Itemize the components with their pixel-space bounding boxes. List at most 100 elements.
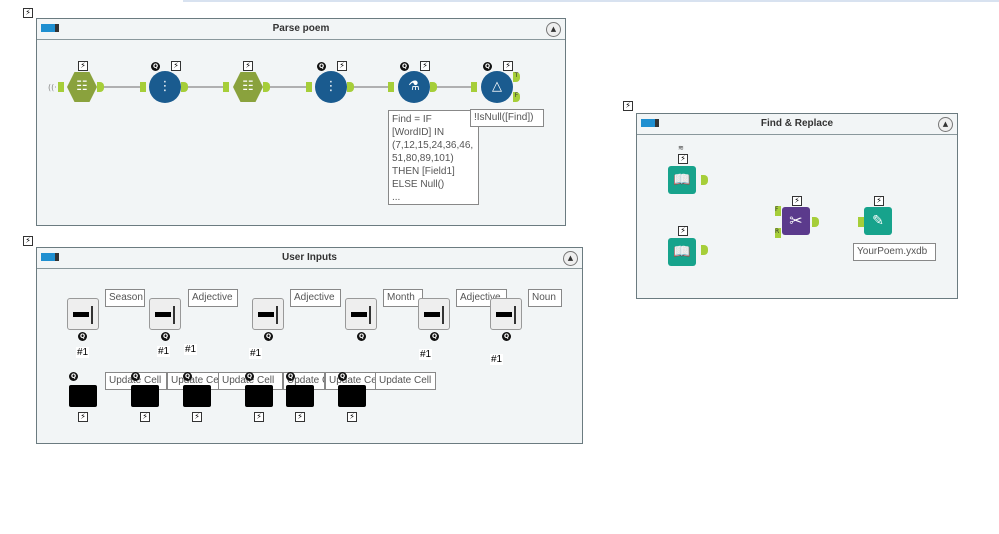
question-anchor[interactable]: Q: [183, 372, 192, 381]
action-label: Update Cell: [375, 372, 436, 390]
question-anchor[interactable]: Q: [430, 332, 439, 341]
annotation-line: ...: [392, 192, 401, 203]
bolt-icon: ⚡: [243, 61, 253, 71]
question-anchor[interactable]: Q: [286, 372, 295, 381]
action-tool-icon[interactable]: [245, 385, 273, 407]
bolt-icon: ⚡: [623, 101, 633, 111]
text-box-tool[interactable]: [490, 298, 522, 330]
output-annotation: YourPoem.yxdb: [853, 243, 936, 261]
container-header[interactable]: Find & Replace ▲: [637, 114, 957, 135]
question-icon: Q: [151, 62, 160, 71]
formula-annotation: Find = IF [WordID] IN (7,12,15,24,36,46,…: [388, 110, 479, 205]
bolt-icon: ⚡: [347, 412, 357, 422]
container-title: User Inputs: [281, 252, 337, 263]
input-data-tool[interactable]: 📖: [668, 238, 696, 266]
text-box-tool[interactable]: [252, 298, 284, 330]
input-label: Month: [383, 289, 423, 307]
bolt-icon: ⚡: [192, 412, 202, 422]
input-label: Season: [105, 289, 145, 307]
input-anchor[interactable]: [471, 82, 477, 92]
replace-anchor[interactable]: R: [775, 228, 781, 238]
input-anchor[interactable]: [223, 82, 229, 92]
input-anchor[interactable]: [140, 82, 146, 92]
question-anchor[interactable]: Q: [245, 372, 254, 381]
connection-label: #1: [419, 349, 433, 360]
bolt-icon: ⚡: [171, 61, 181, 71]
input-label: Adjective: [290, 289, 341, 307]
output-anchor[interactable]: [812, 217, 819, 227]
action-tool-icon[interactable]: [183, 385, 211, 407]
question-anchor[interactable]: Q: [69, 372, 78, 381]
input-anchor[interactable]: [306, 82, 312, 92]
bolt-icon: ⚡: [337, 61, 347, 71]
output-anchor[interactable]: [263, 82, 270, 92]
input-label: Adjective: [188, 289, 238, 307]
bolt-icon: ⚡: [874, 196, 884, 206]
filter-annotation: !IsNull([Find]): [470, 109, 544, 127]
text-box-tool[interactable]: [418, 298, 450, 330]
find-replace-tool[interactable]: ✂: [782, 207, 810, 235]
input-data-tool[interactable]: 📖: [668, 166, 696, 194]
bolt-icon: ⚡: [678, 226, 688, 236]
container-title: Find & Replace: [760, 118, 834, 129]
annotation-line: 51,80,89,101): [392, 153, 454, 164]
output-anchor[interactable]: [181, 82, 188, 92]
action-tool-icon[interactable]: [286, 385, 314, 407]
annotation-line: Find = IF: [392, 114, 432, 125]
annotation-line: THEN [Field1]: [392, 166, 455, 177]
container-user-inputs[interactable]: User Inputs ▲: [36, 247, 583, 444]
bolt-icon: ⚡: [678, 154, 688, 164]
collapse-button[interactable]: ▲: [938, 117, 953, 132]
output-anchor[interactable]: [701, 175, 708, 185]
output-anchor[interactable]: [347, 82, 354, 92]
connection-label: #1: [184, 344, 198, 355]
output-anchor[interactable]: [97, 82, 104, 92]
bolt-icon: ⚡: [792, 196, 802, 206]
connection-label: #1: [157, 346, 171, 357]
true-anchor[interactable]: T: [513, 72, 520, 82]
bolt-icon: ⚡: [503, 61, 513, 71]
text-box-tool[interactable]: [345, 298, 377, 330]
annotation-line: ELSE Null(): [392, 179, 445, 190]
question-icon: Q: [483, 62, 492, 71]
output-anchor[interactable]: [430, 82, 437, 92]
connection-label: #1: [249, 348, 263, 359]
question-anchor[interactable]: Q: [264, 332, 273, 341]
input-anchor[interactable]: [388, 82, 394, 92]
action-tool-icon[interactable]: [131, 385, 159, 407]
question-anchor[interactable]: Q: [338, 372, 347, 381]
bolt-icon: ⚡: [254, 412, 264, 422]
bolt-icon: ⚡: [23, 236, 33, 246]
text-box-tool[interactable]: [67, 298, 99, 330]
bolt-icon: ⚡: [78, 61, 88, 71]
record-id-tool[interactable]: ⋮: [149, 71, 181, 103]
question-icon: Q: [400, 62, 409, 71]
output-data-tool[interactable]: ✎: [864, 207, 892, 235]
false-anchor[interactable]: F: [513, 92, 520, 102]
question-anchor[interactable]: Q: [357, 332, 366, 341]
bolt-icon: ⚡: [295, 412, 305, 422]
filter-tool[interactable]: △: [481, 71, 513, 103]
question-anchor[interactable]: Q: [161, 332, 170, 341]
bolt-icon: ⚡: [140, 412, 150, 422]
annotation-line: (7,12,15,24,36,46,: [392, 140, 474, 151]
input-anchor[interactable]: [58, 82, 64, 92]
container-find-replace[interactable]: Find & Replace ▲: [636, 113, 958, 299]
action-tool-icon[interactable]: [69, 385, 97, 407]
input-label: Noun: [528, 289, 562, 307]
text-box-tool[interactable]: [149, 298, 181, 330]
question-anchor[interactable]: Q: [78, 332, 87, 341]
record-id-tool[interactable]: ⋮: [315, 71, 347, 103]
bolt-icon: ⚡: [78, 412, 88, 422]
find-anchor[interactable]: F: [775, 206, 781, 216]
output-anchor[interactable]: [701, 245, 708, 255]
wireless-icon: ((·: [48, 83, 57, 92]
bolt-icon: ⚡: [420, 61, 430, 71]
collapse-button[interactable]: ▲: [563, 251, 578, 266]
action-tool-icon[interactable]: [338, 385, 366, 407]
wireless-icon: ≋: [678, 144, 684, 152]
container-header[interactable]: User Inputs ▲: [37, 248, 582, 269]
formula-tool[interactable]: ⚗: [398, 71, 430, 103]
question-anchor[interactable]: Q: [131, 372, 140, 381]
question-anchor[interactable]: Q: [502, 332, 511, 341]
